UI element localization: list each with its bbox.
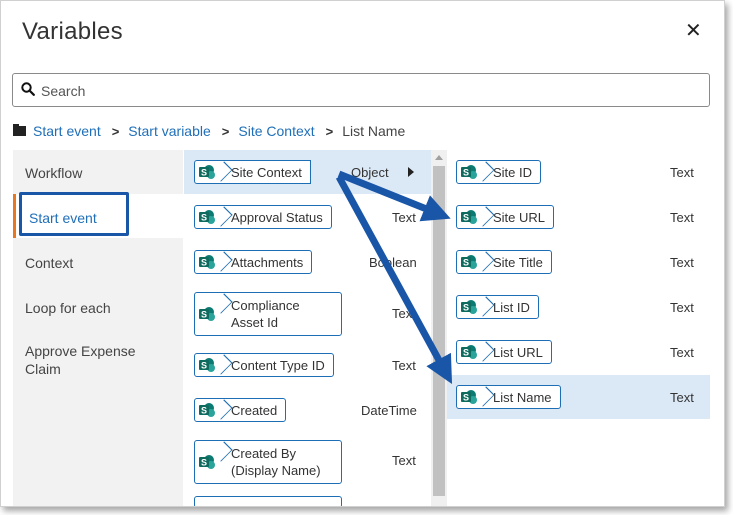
variable-type: DateTime (361, 403, 417, 418)
property-label: List URL (493, 344, 543, 360)
menu-item-workflow[interactable]: Workflow (25, 164, 82, 182)
svg-text:S: S (463, 258, 469, 268)
property-pill-list-url[interactable]: S List URL (456, 340, 552, 364)
variable-label: Content Type ID (231, 357, 325, 373)
variable-pill-content-type-id[interactable]: S Content Type ID (194, 353, 334, 377)
property-label: Site URL (493, 209, 546, 225)
variable-label: Attachments (231, 254, 304, 270)
property-pill-site-url[interactable]: S Site URL (456, 205, 555, 229)
svg-text:S: S (463, 168, 469, 178)
variable-pill-created[interactable]: S Created (194, 398, 287, 422)
breadcrumb-separator: > (221, 123, 230, 139)
property-type: Text (670, 210, 694, 225)
property-label: List ID (493, 299, 530, 315)
variable-type: Object (351, 165, 389, 180)
close-icon[interactable]: ✕ (685, 18, 702, 43)
variable-label: Site Context (231, 164, 302, 180)
variable-type: Boolean (369, 255, 417, 270)
variable-label: Compliance Asset Id (231, 298, 300, 330)
folder-icon (13, 124, 26, 136)
svg-text:S: S (201, 361, 207, 371)
variable-pill-compliance-asset-id[interactable]: S Compliance Asset Id (194, 292, 342, 336)
breadcrumb-separator: > (111, 123, 120, 139)
search-icon (21, 82, 35, 96)
triangle-right-icon[interactable] (408, 167, 414, 177)
breadcrumb-current: List Name (342, 123, 406, 139)
variable-type: Text (392, 210, 416, 225)
svg-text:S: S (201, 458, 207, 468)
scrollbar[interactable] (431, 150, 447, 506)
sharepoint-icon: S (195, 441, 219, 483)
property-label: Site ID (493, 164, 533, 180)
breadcrumb-site-context[interactable]: Site Context (238, 123, 314, 139)
property-type: Text (670, 165, 694, 180)
selected-row-accent (13, 194, 16, 238)
property-label: List Name (493, 389, 552, 405)
highlight-box (19, 192, 129, 236)
breadcrumb-start-event[interactable]: Start event (33, 123, 101, 139)
property-type: Text (670, 345, 694, 360)
property-type: Text (670, 390, 694, 405)
menu-item-approve-expense-claim[interactable]: Approve Expense Claim (25, 342, 160, 378)
sharepoint-icon: S (195, 293, 219, 335)
property-type: Text (670, 255, 694, 270)
svg-text:S: S (201, 406, 207, 416)
property-pill-list-name[interactable]: S List Name (456, 385, 561, 409)
search-input[interactable] (39, 80, 703, 102)
property-pill-site-id[interactable]: S Site ID (456, 160, 542, 184)
property-type: Text (670, 300, 694, 315)
search-box[interactable] (12, 73, 710, 107)
variable-type: Text (392, 453, 416, 468)
variable-label: Approval Status (231, 209, 323, 225)
property-list: S Site ID Text S Site URL Text S Site Ti… (447, 150, 710, 506)
property-pill-list-id[interactable]: S List ID (456, 295, 539, 319)
category-menu: Workflow Start event Context Loop for ea… (13, 150, 183, 506)
variable-pill-site-context[interactable]: S Site Context (194, 160, 311, 184)
scrollbar-thumb[interactable] (433, 166, 445, 496)
variables-dialog: Variables ✕ Start event > Start variable… (0, 0, 725, 507)
variable-list: S Site Context Object S Approval Status … (184, 150, 431, 506)
variable-type: Text (392, 306, 416, 321)
variable-label: Created By (Display Name) (231, 446, 321, 478)
svg-text:S: S (201, 168, 207, 178)
svg-text:S: S (463, 213, 469, 223)
dialog-title: Variables (22, 18, 123, 45)
variable-type: Text (392, 358, 416, 373)
variable-pill-created-by[interactable]: S Created By (Display Name) (194, 440, 342, 484)
menu-item-loop-for-each[interactable]: Loop for each (25, 299, 111, 317)
svg-text:S: S (463, 303, 469, 313)
property-label: Site Title (493, 254, 543, 270)
svg-text:S: S (201, 213, 207, 223)
variable-label: Created (231, 402, 278, 418)
breadcrumb-start-variable[interactable]: Start variable (128, 123, 210, 139)
variable-pill-approval-status[interactable]: S Approval Status (194, 205, 332, 229)
variable-pill-attachments[interactable]: S Attachments (194, 250, 313, 274)
breadcrumb: Start event > Start variable > Site Cont… (13, 122, 405, 140)
svg-text:S: S (463, 393, 469, 403)
breadcrumb-separator: > (325, 123, 334, 139)
svg-text:S: S (463, 348, 469, 358)
variable-pill-partial[interactable] (194, 496, 342, 506)
property-pill-site-title[interactable]: S Site Title (456, 250, 552, 274)
svg-text:S: S (201, 310, 207, 320)
svg-text:S: S (201, 258, 207, 268)
menu-item-context[interactable]: Context (25, 254, 73, 272)
scroll-up-icon[interactable] (435, 155, 443, 160)
